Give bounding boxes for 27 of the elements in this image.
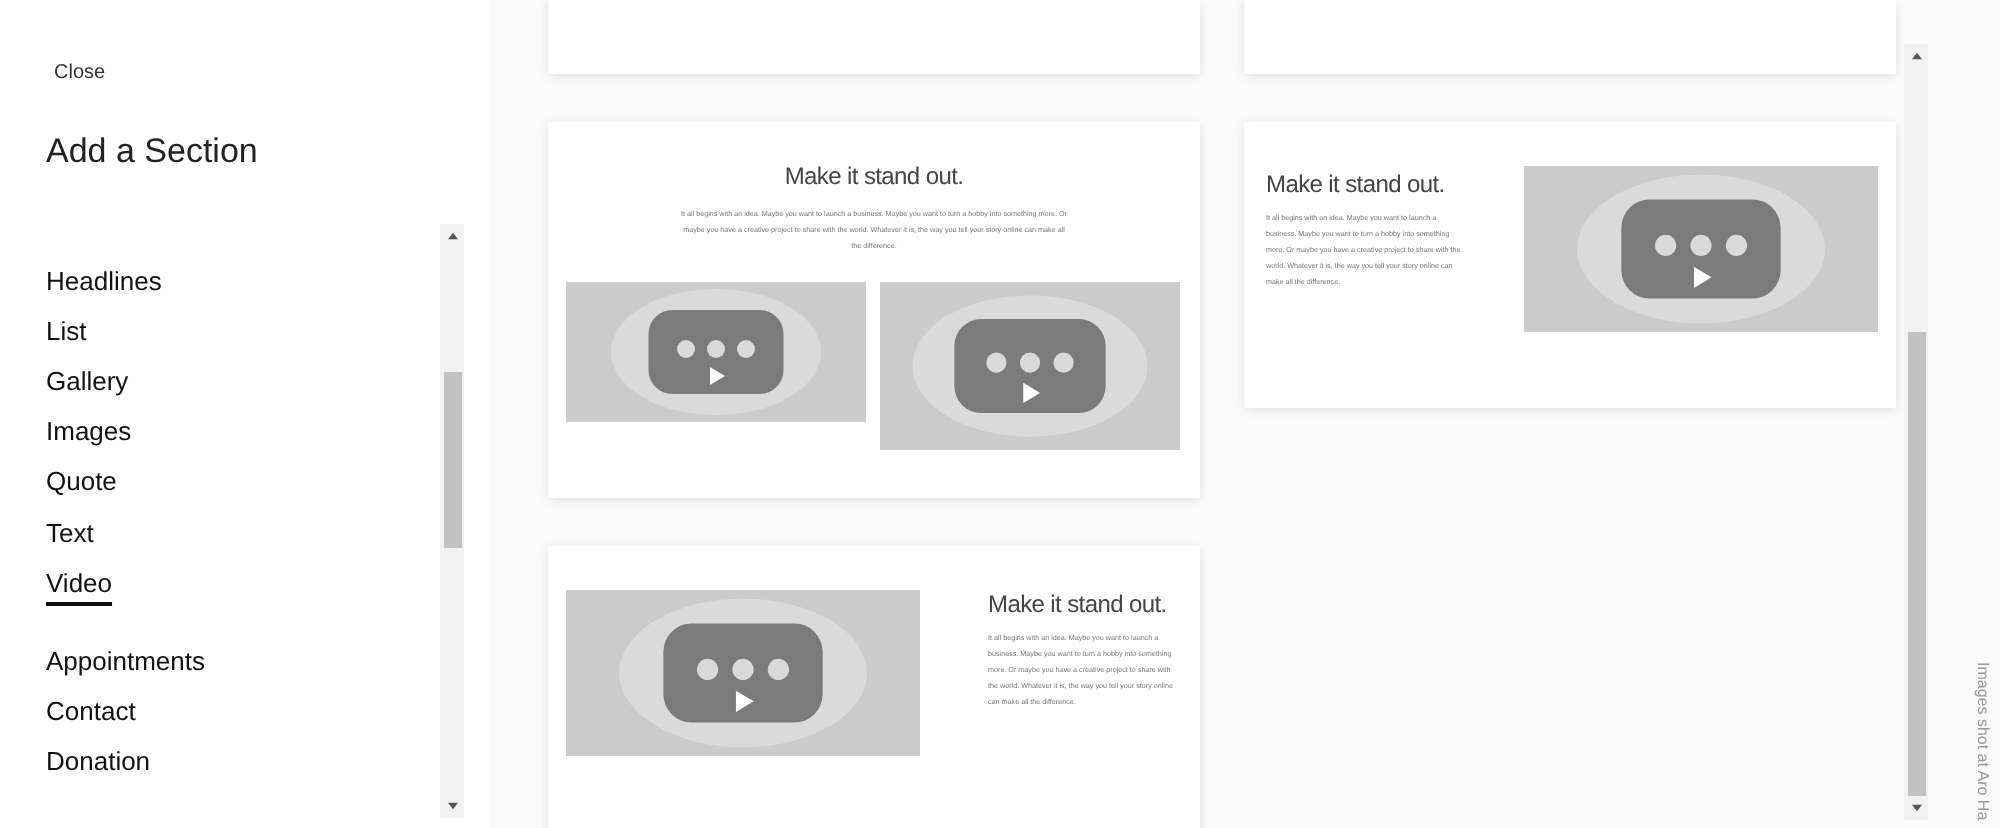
section-item[interactable]: Images	[46, 407, 132, 458]
section-item[interactable]: Donation	[46, 737, 151, 788]
section-item[interactable]: Video	[46, 558, 113, 609]
section-preview-card[interactable]	[548, 122, 1200, 498]
photo-credit: Images shot at Aro Ha	[1974, 661, 1992, 820]
section-preview-card[interactable]	[1244, 122, 1896, 408]
scroll-down-icon[interactable]	[447, 802, 457, 810]
section-preview-card[interactable]	[548, 546, 1200, 828]
section-item[interactable]: Appointments	[46, 636, 205, 687]
preview-heading: Make it stand out.	[1266, 170, 1447, 198]
section-item[interactable]: Contact	[46, 687, 136, 738]
scroll-down-icon[interactable]	[1911, 804, 1921, 812]
scroll-up-icon[interactable]	[447, 232, 457, 240]
section-item[interactable]: Gallery	[46, 356, 129, 408]
scrollbar[interactable]	[1904, 44, 1928, 820]
section-item[interactable]: List	[46, 306, 87, 357]
scroll-up-icon[interactable]	[1911, 52, 1921, 60]
section-item[interactable]: Text	[46, 507, 94, 559]
scroll-thumb[interactable]	[1907, 332, 1925, 796]
close-button[interactable]: Close	[54, 62, 106, 84]
section-item[interactable]: Quote	[46, 457, 117, 508]
preview-heading: Make it stand out.	[988, 590, 1169, 618]
preview-heading: Make it stand out.	[784, 162, 964, 190]
panel-title: Add a Section	[46, 132, 260, 172]
scrollbar[interactable]	[440, 224, 464, 818]
section-item[interactable]: Headlines	[46, 256, 162, 307]
scroll-thumb[interactable]	[443, 372, 461, 548]
